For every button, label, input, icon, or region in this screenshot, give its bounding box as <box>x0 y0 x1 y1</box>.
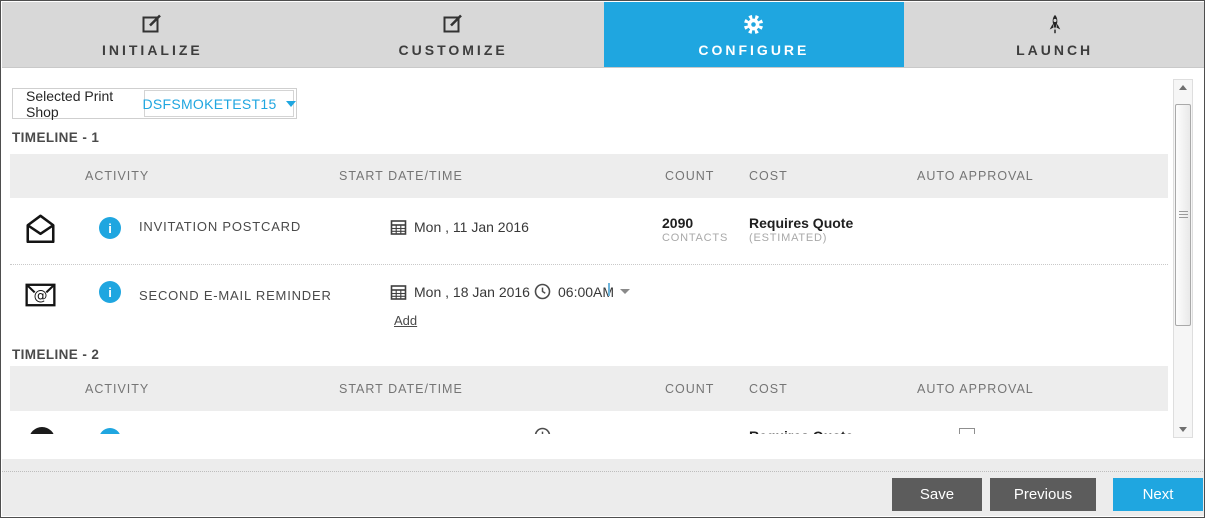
tab-customize[interactable]: CUSTOMIZE <box>303 2 604 67</box>
column-header-auto-approval: AUTO APPROVAL <box>917 169 1034 183</box>
column-header-start-date-time: START DATE/TIME <box>339 382 463 396</box>
timeline-2-header-row: ACTIVITY START DATE/TIME COUNT COST AUTO… <box>10 366 1168 411</box>
time-dropdown-chevron-icon[interactable] <box>620 289 630 294</box>
calendar-icon[interactable] <box>390 219 407 235</box>
tab-configure-label: CONFIGURE <box>698 42 809 58</box>
print-shop-label: Selected Print Shop <box>13 88 144 120</box>
cost-value: Requires Quote <box>749 428 853 434</box>
clock-icon[interactable] <box>534 427 551 434</box>
column-header-activity: ACTIVITY <box>85 382 149 396</box>
scroll-down-button[interactable] <box>1174 422 1192 437</box>
column-header-cost: COST <box>749 382 788 396</box>
footer-bar: Save Previous Next <box>2 459 1205 516</box>
count-value: 2090 <box>662 215 693 231</box>
footer-divider <box>2 471 1205 472</box>
vertical-scrollbar[interactable] <box>1173 79 1193 438</box>
table-row-invitation-postcard: i INVITATION POSTCARD Mon , 11 Jan 2016 … <box>2 198 1170 264</box>
tab-launch[interactable]: LAUNCH <box>904 2 1205 67</box>
tab-launch-label: LAUNCH <box>1016 42 1093 58</box>
auto-approval-checkbox[interactable] <box>959 428 975 434</box>
filled-circle-activity-icon <box>29 427 55 434</box>
email-at-icon: @ <box>23 280 58 310</box>
column-header-start-date-time: START DATE/TIME <box>339 169 463 183</box>
arrow-down-icon <box>1179 427 1187 432</box>
column-header-auto-approval: AUTO APPROVAL <box>917 382 1034 396</box>
info-icon[interactable]: i <box>99 281 121 303</box>
chevron-down-icon <box>286 101 296 107</box>
info-icon[interactable]: i <box>99 217 121 239</box>
gear-icon <box>741 11 766 37</box>
rocket-icon <box>1044 11 1066 37</box>
campaign-configure-window: INITIALIZE CUSTOMIZE CONFIGURE <box>0 0 1205 518</box>
table-row-partial: i Requires Quote <box>2 411 1170 434</box>
activity-name: SECOND E-MAIL REMINDER <box>139 288 332 303</box>
cost-sub-label: (ESTIMATED) <box>749 232 827 244</box>
column-header-count: COUNT <box>665 169 714 183</box>
scroll-up-button[interactable] <box>1174 80 1192 95</box>
next-button[interactable]: Next <box>1113 478 1203 511</box>
start-time-value[interactable]: 06:00AM <box>558 284 614 300</box>
previous-button[interactable]: Previous <box>990 478 1096 511</box>
print-shop-dropdown[interactable]: DSFSMOKETEST15 <box>144 90 294 117</box>
column-header-activity: ACTIVITY <box>85 169 149 183</box>
tab-customize-label: CUSTOMIZE <box>399 42 508 58</box>
column-header-cost: COST <box>749 169 788 183</box>
print-shop-box: Selected Print Shop DSFSMOKETEST15 <box>12 88 297 119</box>
count-sub-label: CONTACTS <box>662 232 728 244</box>
arrow-up-icon <box>1179 85 1187 90</box>
save-button[interactable]: Save <box>892 478 982 511</box>
cost-value: Requires Quote <box>749 215 853 231</box>
clock-icon[interactable] <box>534 283 551 300</box>
tab-initialize[interactable]: INITIALIZE <box>2 2 303 67</box>
edit-icon <box>140 11 164 37</box>
edit-icon <box>441 11 465 37</box>
add-link[interactable]: Add <box>394 313 417 328</box>
calendar-icon[interactable] <box>390 284 407 300</box>
print-shop-selected-value: DSFSMOKETEST15 <box>142 96 276 112</box>
configure-content: Selected Print Shop DSFSMOKETEST15 TIMEL… <box>2 68 1205 461</box>
wizard-step-bar: INITIALIZE CUSTOMIZE CONFIGURE <box>2 2 1205 68</box>
scrollbar-grip-icon <box>1179 211 1188 219</box>
activity-name: INVITATION POSTCARD <box>139 219 301 234</box>
start-date-value[interactable]: Mon , 11 Jan 2016 <box>414 219 529 235</box>
info-icon[interactable]: i <box>99 428 121 434</box>
table-row-second-email-reminder: @ i SECOND E-MAIL REMINDER Mon , 18 Ja <box>2 265 1170 341</box>
svg-text:@: @ <box>34 288 48 304</box>
scrollable-timeline-area: Selected Print Shop DSFSMOKETEST15 TIMEL… <box>2 68 1170 434</box>
open-envelope-icon <box>22 211 59 247</box>
timeline-2-title: TIMELINE - 2 <box>12 347 99 362</box>
start-date-value[interactable]: Mon , 18 Jan 2016 <box>414 284 530 300</box>
scrollbar-thumb[interactable] <box>1175 104 1191 326</box>
text-cursor <box>608 283 610 296</box>
column-header-count: COUNT <box>665 382 714 396</box>
timeline-1-header-row: ACTIVITY START DATE/TIME COUNT COST AUTO… <box>10 154 1168 198</box>
timeline-1-title: TIMELINE - 1 <box>12 130 99 145</box>
tab-initialize-label: INITIALIZE <box>102 42 203 58</box>
tab-configure[interactable]: CONFIGURE <box>604 2 905 67</box>
